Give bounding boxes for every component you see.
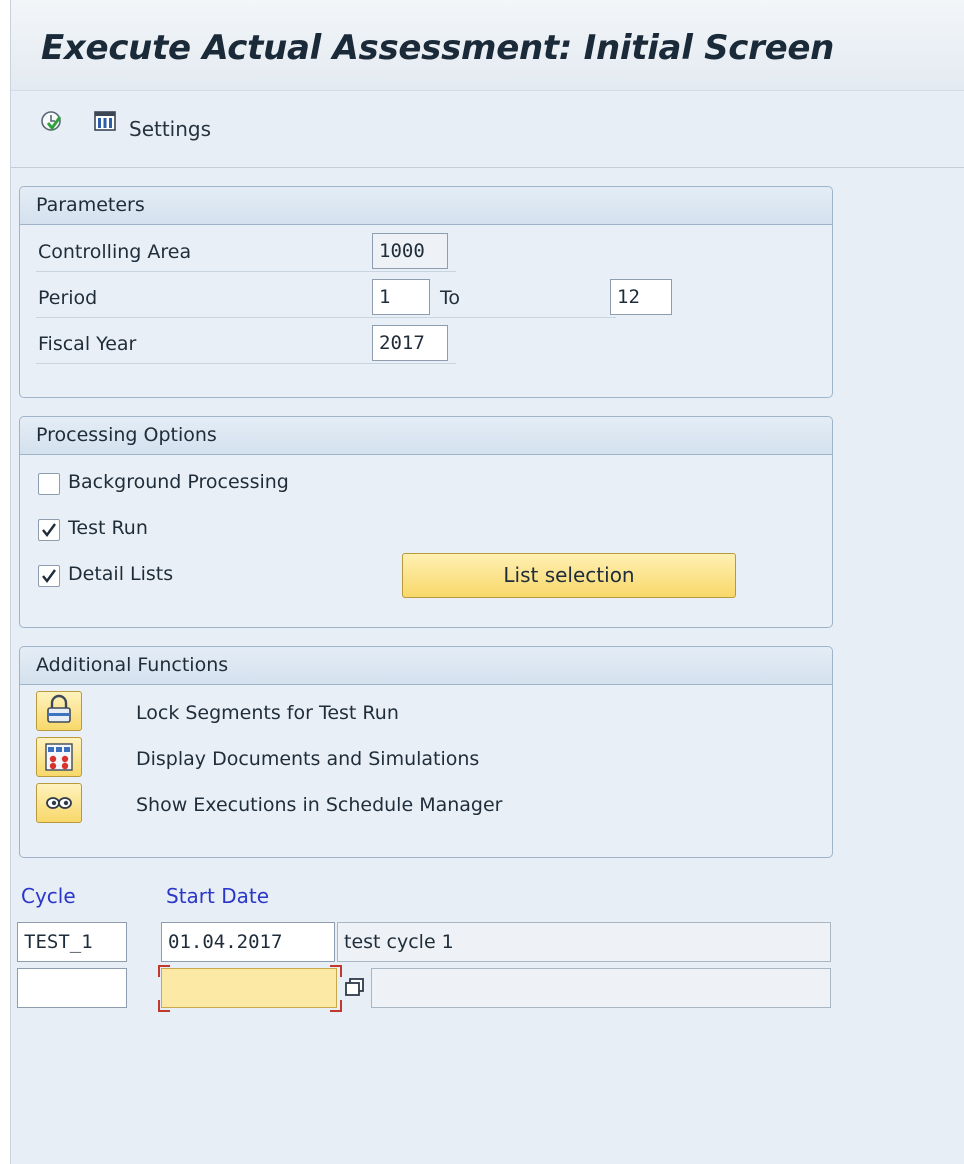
detail-lists-checkbox[interactable] [38,565,60,587]
controlling-area-label: Controlling Area [38,241,192,263]
cycle-description-field: test cycle 1 [337,922,831,962]
controlling-area-field[interactable]: 1000 [372,233,448,269]
fiscal-year-label: Fiscal Year [38,333,137,355]
processing-options-heading: Processing Options [20,417,832,455]
lock-segments-label: Lock Segments for Test Run [136,702,399,724]
show-executions-button[interactable] [36,783,82,823]
period-to-label: To [440,287,461,309]
layout-settings-icon[interactable] [93,109,117,133]
processing-options-group: Processing Options Background Processing… [19,416,833,628]
checkmark-icon [42,523,56,537]
period-to-field[interactable]: 12 [610,279,672,315]
additional-functions-heading: Additional Functions [20,647,832,685]
fiscal-year-field[interactable]: 2017 [372,325,448,361]
row-divider [36,317,616,318]
cycle-description-field-empty [371,968,831,1008]
application-toolbar: Settings [11,90,964,168]
lock-icon [47,694,71,723]
test-run-checkbox[interactable] [38,519,60,541]
cycle-field[interactable]: TEST_1 [17,922,127,962]
additional-functions-group: Additional Functions Lock Segments for T… [19,646,833,858]
value-help-button[interactable] [341,970,371,1006]
background-processing-checkbox[interactable] [38,473,60,495]
list-selection-button[interactable]: List selection [402,553,736,598]
settings-button[interactable]: Settings [129,117,211,141]
page-title: Execute Actual Assessment: Initial Scree… [41,28,835,68]
execute-icon[interactable] [39,109,63,133]
value-help-icon [345,978,364,996]
title-bar: Execute Actual Assessment: Initial Scree… [11,0,964,90]
test-run-label: Test Run [68,517,148,539]
lock-segments-button[interactable] [36,691,82,731]
detail-lists-label: Detail Lists [68,563,174,585]
row-divider [36,271,456,272]
show-executions-label: Show Executions in Schedule Manager [136,794,503,816]
row-divider [36,363,456,364]
cycle-column-header: Cycle [21,884,76,908]
cycle-field-empty[interactable] [17,968,127,1008]
period-from-field[interactable]: 1 [372,279,430,315]
start-date-column-header: Start Date [166,884,270,908]
main-window: Execute Actual Assessment: Initial Scree… [10,0,964,1164]
start-date-field[interactable]: 01.04.2017 [161,922,335,962]
display-documents-button[interactable] [36,737,82,777]
display-documents-label: Display Documents and Simulations [136,748,480,770]
parameters-group: Parameters Controlling Area 1000 Period … [19,186,833,398]
start-date-field-empty[interactable] [161,968,337,1008]
period-label: Period [38,287,98,309]
focus-corner [158,1000,170,1012]
documents-simulation-icon [45,743,73,771]
background-processing-label: Background Processing [68,471,289,493]
checkmark-icon [42,569,56,583]
focus-corner [158,965,170,977]
parameters-heading: Parameters [20,187,832,225]
glasses-icon [46,797,72,809]
